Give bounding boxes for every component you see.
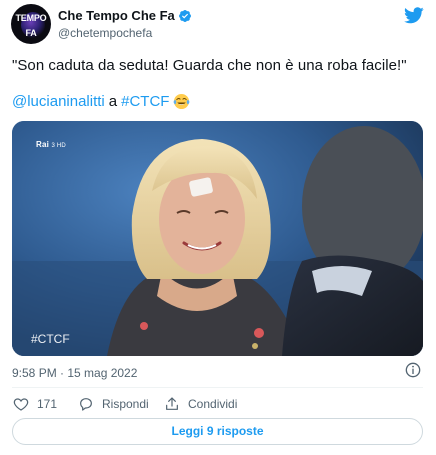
tears-of-joy-emoji-icon	[174, 93, 190, 110]
avatar-logo: TEMPO FA	[11, 14, 51, 38]
author-row: Che Tempo Che Fa	[58, 8, 192, 23]
share-button[interactable]: Condividi	[164, 396, 237, 412]
info-icon[interactable]	[405, 362, 421, 378]
heart-icon	[13, 398, 29, 411]
avatar-logo-line-1: TEMPO	[15, 13, 47, 23]
tweet-photo[interactable]: Rai 3 HD #CTCF	[12, 121, 423, 356]
like-count: 171	[37, 397, 58, 411]
photo-hashtag-overlay: #CTCF	[31, 332, 70, 346]
avatar[interactable]: TEMPO FA	[11, 4, 51, 44]
reply-label: Rispondi	[102, 397, 149, 411]
handle[interactable]: @chetempochefa	[58, 26, 152, 40]
channel-number: 3 HD	[51, 143, 66, 149]
channel-badge-text: Rai	[36, 140, 50, 149]
tweet-mention-line: @lucianinalitti a #CTCF	[12, 93, 190, 110]
photo-scene	[12, 121, 423, 356]
tweet-timestamp[interactable]: 9:58 PM · 15 mag 2022	[12, 366, 137, 380]
tweet-text: "Son caduta da seduta! Guarda che non è …	[12, 57, 407, 74]
channel-badge: Rai 3 HD	[36, 140, 66, 149]
reply-button[interactable]: Rispondi	[78, 396, 149, 412]
share-upload-icon	[166, 397, 178, 410]
share-label: Condividi	[188, 397, 238, 411]
tweet-card: TEMPO FA Che Tempo Che Fa @chetempochefa…	[0, 0, 436, 455]
hashtag-link[interactable]: #CTCF	[121, 93, 169, 110]
read-replies-button[interactable]: Leggi 9 risposte	[12, 418, 423, 445]
reply-bubble-icon	[80, 398, 92, 411]
mention-connector: a	[108, 93, 118, 110]
mention-link[interactable]: @lucianinalitti	[12, 93, 105, 110]
like-button[interactable]: 171	[13, 396, 57, 412]
display-name[interactable]: Che Tempo Che Fa	[58, 8, 175, 23]
divider	[12, 387, 423, 388]
avatar-logo-line-2: FA	[25, 28, 37, 38]
verified-badge-icon	[178, 9, 191, 22]
twitter-bird-icon[interactable]	[404, 7, 424, 24]
